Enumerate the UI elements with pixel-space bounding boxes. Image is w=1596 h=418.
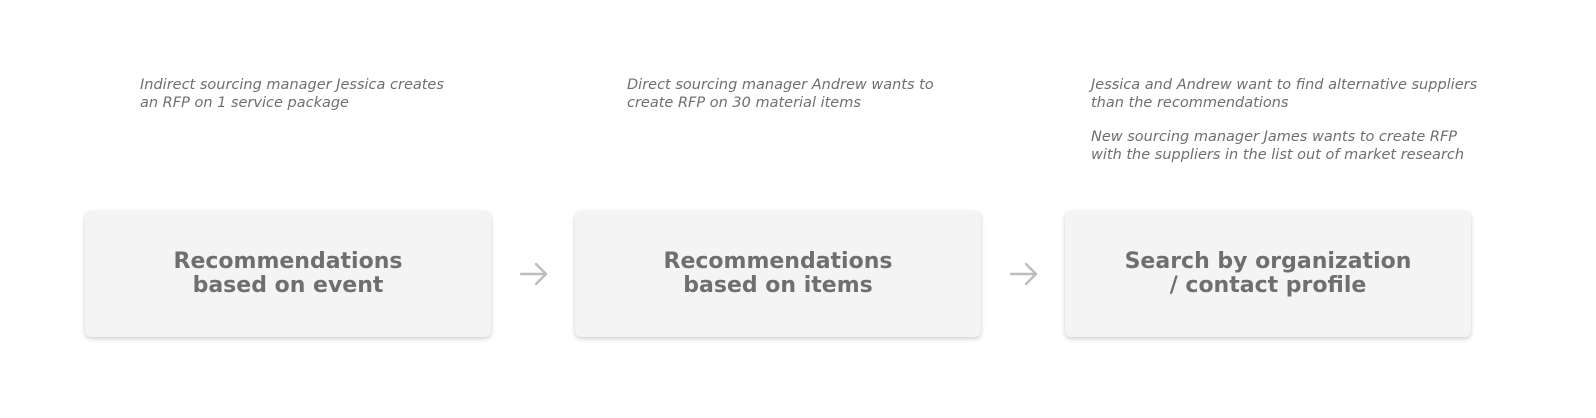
step-card-items: Recommendations based on items [575,211,981,337]
step-label: Search by organization / contact profile [1124,249,1412,298]
note-text: Jessica and Andrew want to find alternat… [1091,77,1478,111]
step-card-event: Recommendations based on event [85,211,491,337]
note-text: New sourcing manager James wants to crea… [1091,129,1465,163]
note-step-2: Direct sourcing manager Andrew wants to … [627,76,934,112]
step-card-search: Search by organization / contact profile [1065,211,1471,337]
note-text: Direct sourcing manager Andrew wants to … [627,77,934,111]
note-step-1: Indirect sourcing manager Jessica create… [140,76,444,112]
note-step-3: Jessica and Andrew want to find alternat… [1091,76,1477,164]
arrow-right-icon [1009,262,1038,286]
step-label: Recommendations based on items [663,249,893,298]
arrow-right-icon [519,262,548,286]
step-label: Recommendations based on event [173,249,403,298]
note-text: Indirect sourcing manager Jessica create… [140,77,444,111]
